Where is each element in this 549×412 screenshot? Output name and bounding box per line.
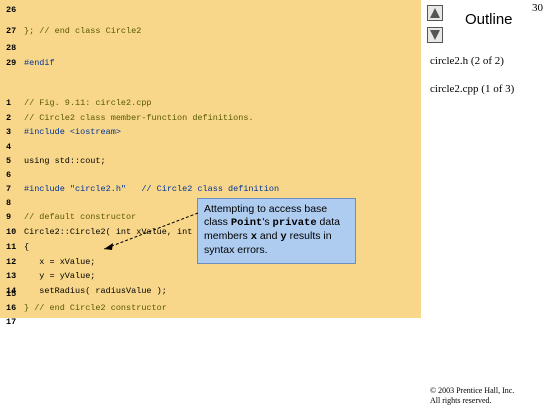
copyright: © 2003 Prentice Hall, Inc. All rights re… [430, 386, 548, 406]
next-button[interactable] [427, 27, 443, 43]
previous-button[interactable] [427, 5, 443, 21]
outline-title: Outline [465, 11, 513, 28]
slide-number: 30 [532, 2, 543, 14]
up-arrow-icon [430, 8, 440, 18]
copyright-line-1: © 2003 Prentice Hall, Inc. [430, 386, 515, 395]
down-arrow-icon [430, 30, 440, 40]
outline-item-header[interactable]: circle2.h (2 of 2) [430, 55, 504, 67]
copyright-line-2: All rights reserved. [430, 396, 492, 405]
callout-arrow [103, 212, 199, 250]
outline-item-source[interactable]: circle2.cpp (1 of 3) [430, 83, 514, 95]
